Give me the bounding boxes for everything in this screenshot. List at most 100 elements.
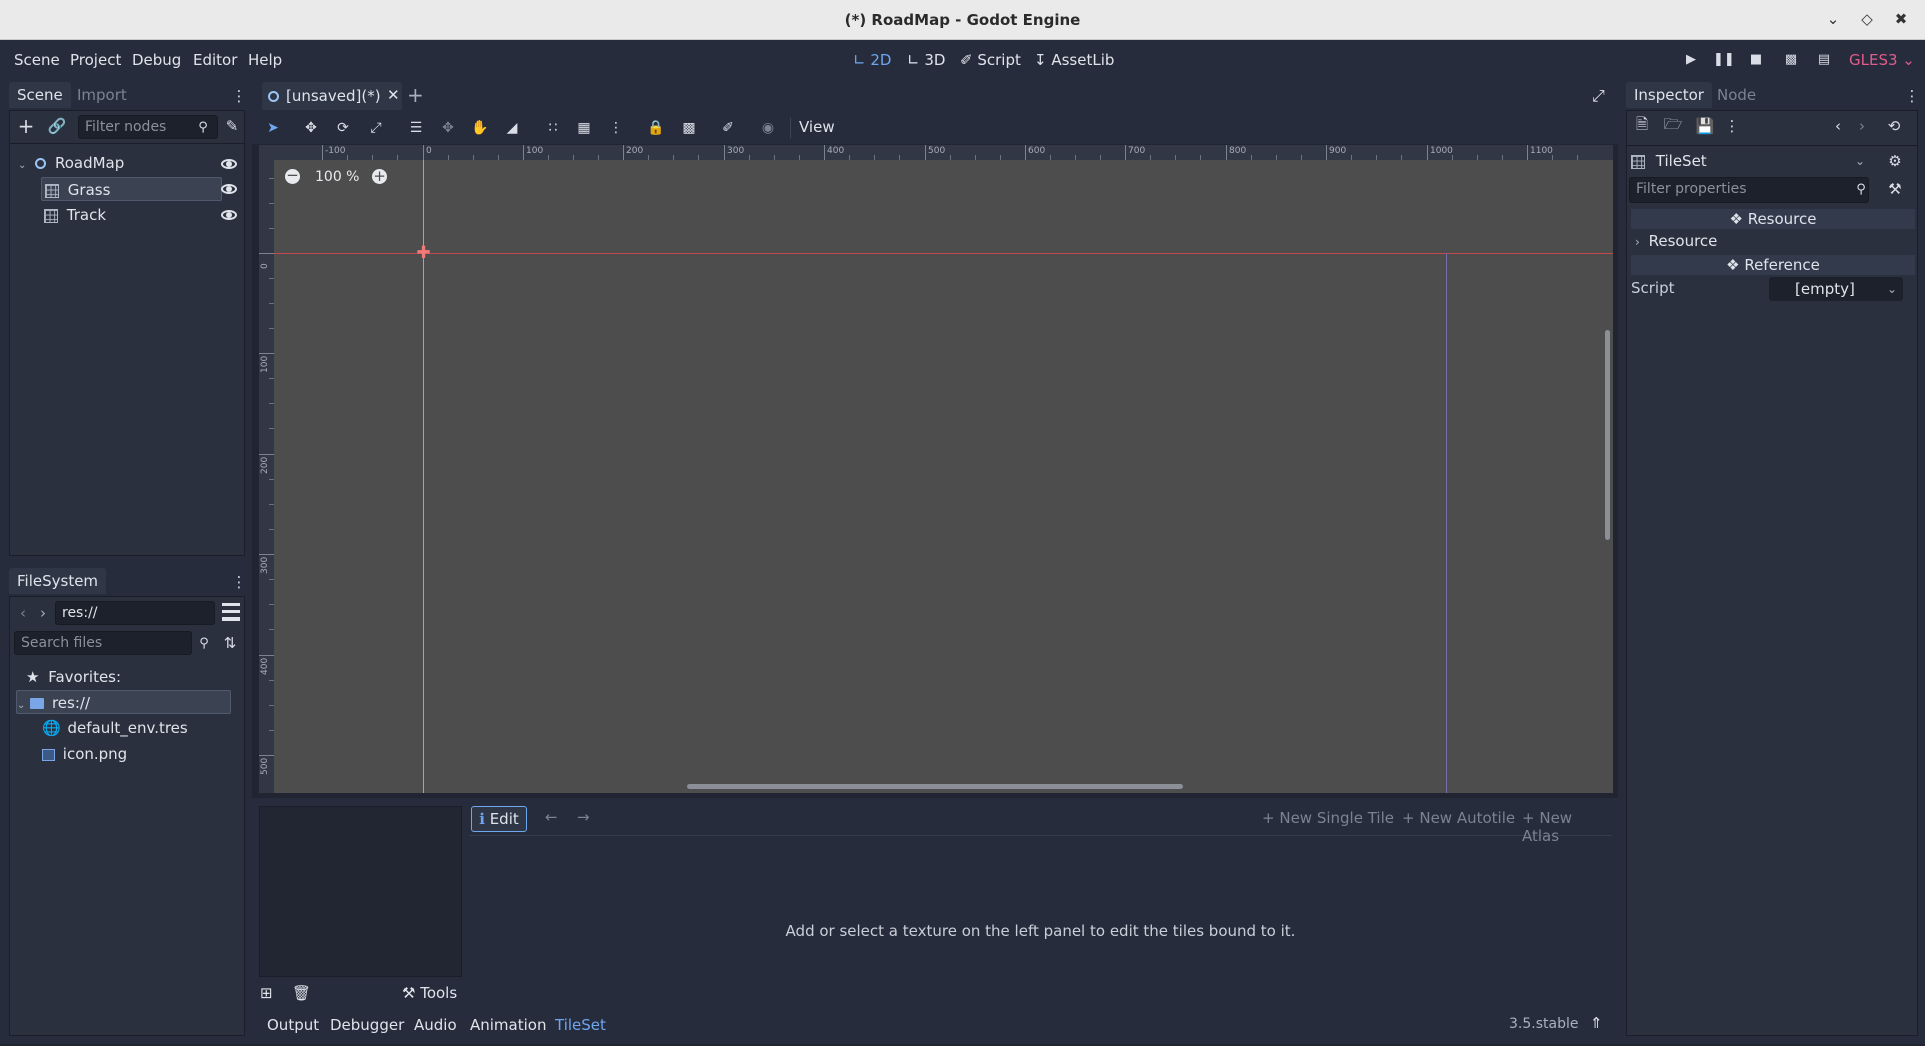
collapse-arrow-icon[interactable]: ⌄ (18, 160, 26, 171)
search-files-input[interactable]: Search files (14, 631, 192, 655)
tree-item-grass[interactable]: Grass (41, 177, 222, 201)
menu-debug[interactable]: Debug (132, 51, 181, 69)
open-resource-icon[interactable]: 🗁 (1664, 115, 1683, 135)
new-autotile-button[interactable]: + New Autotile (1402, 809, 1515, 827)
add-node-icon[interactable]: + (16, 114, 36, 138)
mode-2d-button[interactable]: ∟ 2D (853, 51, 891, 69)
back-icon[interactable]: ‹ (1831, 117, 1845, 135)
rotate-mode-icon[interactable]: ⟳ (332, 118, 354, 138)
remove-texture-icon[interactable]: 🗑 (292, 984, 311, 1002)
view-menu[interactable]: View (799, 118, 835, 136)
tab-inspector[interactable]: Inspector (1626, 82, 1712, 108)
mode-script-button[interactable]: ✐ Script (960, 51, 1021, 69)
play-custom-scene-icon[interactable]: ▤ (1814, 50, 1834, 70)
pause-icon[interactable]: ❚❚ (1713, 50, 1735, 70)
tab-animation[interactable]: Animation (470, 1016, 546, 1034)
group-resource[interactable]: › Resource (1635, 232, 1717, 250)
smart-snap-icon[interactable]: ∷ (542, 118, 564, 138)
canvas-viewport[interactable]: ✚ − 100 % + (259, 145, 1613, 793)
tab-filesystem[interactable]: FileSystem (9, 568, 107, 594)
menu-help[interactable]: Help (248, 51, 282, 69)
sort-icon[interactable]: ⇅ (220, 633, 240, 653)
stop-icon[interactable]: ■ (1746, 50, 1766, 70)
tab-output[interactable]: Output (267, 1016, 319, 1034)
menu-scene[interactable]: Scene (14, 51, 60, 69)
tree-item-track[interactable]: Track (41, 203, 221, 227)
minimize-icon[interactable]: ⌄ (1823, 9, 1843, 29)
snap-options-icon[interactable]: ⋮ (605, 118, 627, 138)
new-atlas-button[interactable]: + New Atlas (1522, 809, 1612, 845)
dock-menu-icon[interactable]: ⋮ (1905, 86, 1920, 106)
filter-properties-input[interactable]: Filter properties (1629, 177, 1869, 203)
back-icon[interactable]: ‹ (16, 603, 30, 623)
split-mode-icon[interactable] (222, 603, 240, 621)
res-folder-item[interactable]: ⌄ res:// (16, 690, 231, 714)
tab-import[interactable]: Import (69, 82, 135, 108)
forward-icon[interactable]: › (36, 603, 50, 623)
resource-type-selector[interactable]: TileSet ⌄ (1631, 149, 1871, 173)
tab-audio[interactable]: Audio (414, 1016, 457, 1034)
object-properties-icon[interactable]: ⚙ (1885, 151, 1905, 171)
texture-list[interactable] (259, 806, 462, 977)
file-item-icon-png[interactable]: icon.png (42, 742, 127, 766)
tab-node[interactable]: Node (1709, 82, 1764, 108)
tab-debugger[interactable]: Debugger (330, 1016, 404, 1034)
close-tab-icon[interactable]: ✕ (387, 86, 400, 104)
menu-project[interactable]: Project (70, 51, 121, 69)
history-icon[interactable]: ⟲ (1885, 117, 1903, 135)
script-property-value[interactable]: [empty] ⌄ (1769, 277, 1903, 301)
save-resource-icon[interactable]: 💾 (1696, 117, 1715, 135)
play-icon[interactable]: ▶ (1681, 50, 1701, 70)
path-field[interactable]: res:// (55, 601, 215, 625)
select-mode-icon[interactable]: ➤ (262, 118, 284, 138)
tools-button[interactable]: ⚒ Tools (402, 984, 457, 1002)
scene-tab-unsaved[interactable]: [unsaved](*) ✕ (262, 82, 402, 110)
visibility-eye-icon[interactable] (221, 184, 237, 194)
renderer-selector[interactable]: GLES3 ⌄ (1849, 51, 1915, 69)
script-attach-icon[interactable]: ✎ (222, 116, 242, 136)
property-tools-icon[interactable]: ⚒ (1885, 179, 1905, 199)
visibility-eye-icon[interactable] (221, 210, 237, 220)
tab-tileset[interactable]: TileSet (555, 1016, 606, 1034)
dock-menu-icon[interactable]: ⋮ (232, 572, 247, 592)
instance-scene-icon[interactable]: 🔗 (47, 116, 67, 136)
zoom-in-icon[interactable]: + (372, 169, 387, 184)
scale-mode-icon[interactable]: ⤢ (365, 118, 387, 138)
pan-mode-icon[interactable]: ✋ (469, 118, 491, 138)
dock-menu-icon[interactable]: ⋮ (232, 86, 247, 106)
prev-tile-icon[interactable]: ← (545, 808, 558, 826)
mode-3d-button[interactable]: ∟ 3D (907, 51, 945, 69)
move-mode-icon[interactable]: ✥ (300, 118, 322, 138)
resource-menu-icon[interactable]: ⋮ (1723, 117, 1741, 135)
favorites-item[interactable]: ★ Favorites: (26, 665, 121, 689)
visibility-eye-icon[interactable] (221, 159, 237, 169)
next-tile-icon[interactable]: → (577, 808, 590, 826)
grid-snap-icon[interactable]: ▦ (573, 118, 595, 138)
menu-editor[interactable]: Editor (193, 51, 237, 69)
new-single-tile-button[interactable]: + New Single Tile (1262, 809, 1394, 827)
add-tab-icon[interactable]: + (407, 83, 424, 107)
forward-icon[interactable]: › (1855, 117, 1869, 135)
tree-item-roadmap[interactable]: ⌄ RoadMap (18, 151, 238, 175)
add-texture-icon[interactable]: ⊞ (260, 984, 278, 1002)
file-item-default-env[interactable]: 🌐 default_env.tres (42, 716, 188, 740)
override-camera-icon[interactable]: ◉ (757, 118, 779, 138)
skeleton-icon[interactable]: ✐ (717, 118, 739, 138)
vertical-scrollbar[interactable] (1605, 330, 1610, 540)
zoom-reset-button[interactable]: 100 % (315, 169, 359, 185)
collapse-arrow-icon[interactable]: ⌄ (17, 700, 25, 711)
edit-mode-button[interactable]: ℹ Edit (471, 806, 527, 832)
tab-scene[interactable]: Scene (9, 82, 71, 108)
horizontal-scrollbar[interactable] (687, 784, 1183, 789)
pivot-icon[interactable]: ✥ (437, 118, 459, 138)
list-select-icon[interactable]: ☰ (405, 118, 427, 138)
mode-assetlib-button[interactable]: ↧ AssetLib (1034, 51, 1114, 69)
new-resource-icon[interactable]: 🗎 (1633, 115, 1651, 135)
maximize-icon[interactable]: ◇ (1857, 9, 1877, 29)
ruler-mode-icon[interactable]: ◢ (501, 118, 523, 138)
zoom-out-icon[interactable]: − (285, 168, 300, 184)
group-icon[interactable]: ▩ (678, 118, 700, 138)
close-window-icon[interactable]: ✖ (1891, 9, 1911, 29)
lock-icon[interactable]: 🔒 (645, 118, 667, 138)
expand-panel-icon[interactable]: ⇑ (1590, 1014, 1603, 1032)
